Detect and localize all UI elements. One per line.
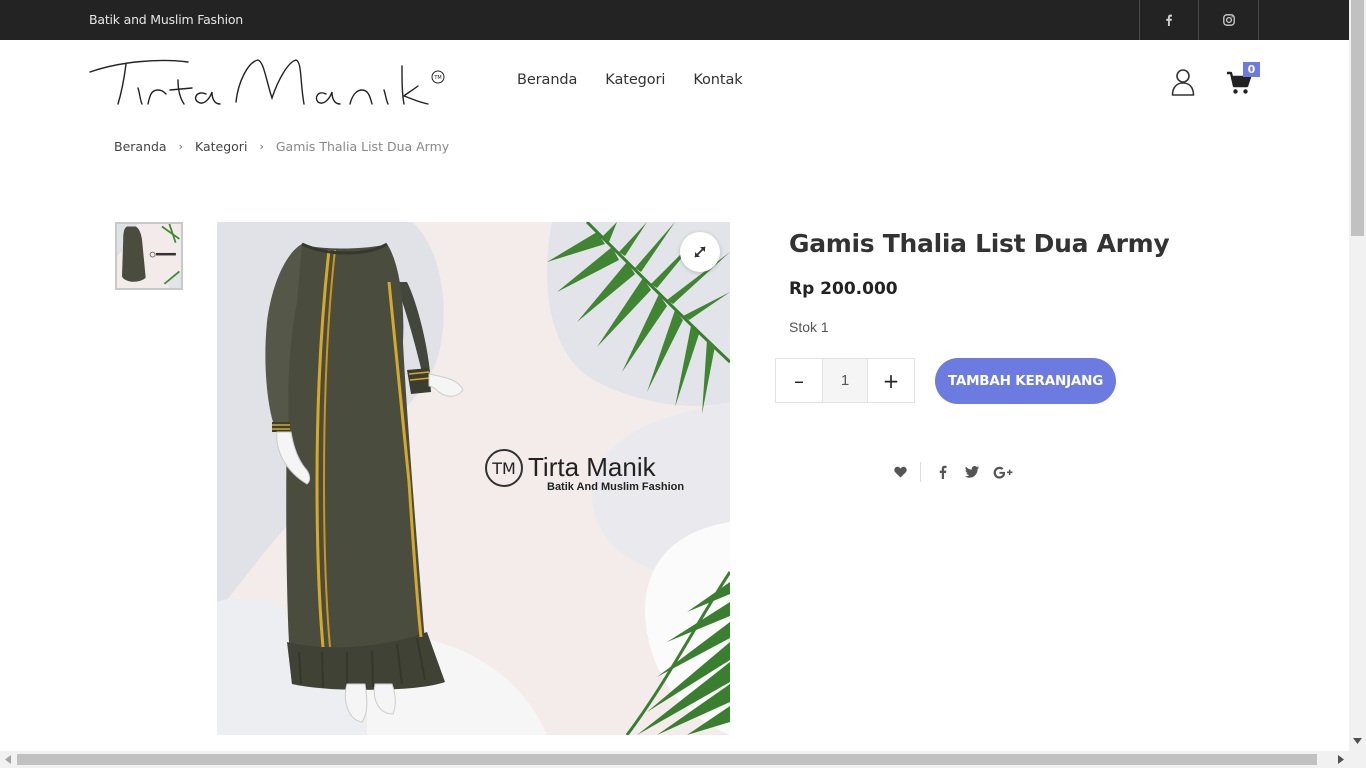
quantity-increase-button[interactable]: + bbox=[868, 359, 914, 402]
facebook-link[interactable] bbox=[1139, 0, 1198, 40]
wishlist-heart-icon[interactable] bbox=[890, 462, 910, 482]
scroll-right-arrow-icon[interactable] bbox=[1338, 755, 1344, 764]
chevron-right-icon: › bbox=[259, 140, 264, 153]
horizontal-scroll-thumb[interactable] bbox=[17, 754, 1317, 765]
product-price: Rp 200.000 bbox=[789, 279, 898, 299]
product-stock: Stok 1 bbox=[789, 319, 829, 335]
image-brand-name: Tirta Manik bbox=[528, 452, 657, 482]
cart-count-badge: 0 bbox=[1243, 62, 1260, 77]
site-logo[interactable]: TM bbox=[88, 52, 450, 112]
add-to-cart-button[interactable]: TAMBAH KERANJANG bbox=[935, 358, 1116, 404]
divider bbox=[920, 462, 921, 482]
nav-kategori[interactable]: Kategori bbox=[605, 72, 665, 88]
top-bar: Batik and Muslim Fashion bbox=[0, 0, 1349, 40]
breadcrumb-current: Gamis Thalia List Dua Army bbox=[275, 139, 450, 154]
breadcrumb: Beranda › Kategori › Gamis Thalia List D… bbox=[114, 139, 449, 154]
nav-kontak[interactable]: Kontak bbox=[693, 72, 742, 88]
breadcrumb-kategori[interactable]: Kategori bbox=[195, 139, 247, 154]
vertical-scroll-thumb[interactable] bbox=[1351, 0, 1364, 236]
google-plus-share-icon[interactable] bbox=[991, 462, 1015, 482]
quantity-decrease-button[interactable]: – bbox=[776, 359, 822, 402]
share-actions bbox=[890, 462, 1015, 482]
scroll-left-arrow-icon[interactable] bbox=[5, 755, 11, 764]
horizontal-scrollbar[interactable] bbox=[0, 751, 1349, 768]
product-main-image[interactable]: TM Tirta Manik Batik And Muslim Fashion bbox=[217, 222, 730, 735]
expand-icon bbox=[694, 246, 706, 258]
product-thumbnail[interactable] bbox=[115, 222, 183, 290]
quantity-input[interactable]: 1 bbox=[822, 359, 868, 402]
vertical-scrollbar[interactable] bbox=[1349, 0, 1366, 768]
image-brand-mark: TM bbox=[491, 459, 516, 478]
nav-beranda[interactable]: Beranda bbox=[517, 72, 577, 88]
image-brand-sub: Batik And Muslim Fashion bbox=[547, 481, 684, 493]
product-title: Gamis Thalia List Dua Army bbox=[789, 229, 1170, 258]
tagline: Batik and Muslim Fashion bbox=[89, 12, 244, 27]
scroll-down-arrow-icon[interactable] bbox=[1353, 738, 1362, 744]
user-icon[interactable] bbox=[1171, 68, 1195, 96]
twitter-share-icon[interactable] bbox=[962, 462, 982, 482]
main-nav: Beranda Kategori Kontak bbox=[517, 72, 743, 88]
facebook-share-icon[interactable] bbox=[933, 462, 953, 482]
instagram-icon bbox=[1222, 14, 1235, 26]
quantity-stepper: – 1 + bbox=[775, 358, 915, 403]
facebook-icon bbox=[1166, 14, 1172, 26]
breadcrumb-beranda[interactable]: Beranda bbox=[114, 139, 167, 154]
svg-text:TM: TM bbox=[433, 75, 441, 81]
chevron-right-icon: › bbox=[178, 140, 183, 153]
instagram-link[interactable] bbox=[1198, 0, 1259, 40]
zoom-button[interactable] bbox=[680, 232, 720, 272]
